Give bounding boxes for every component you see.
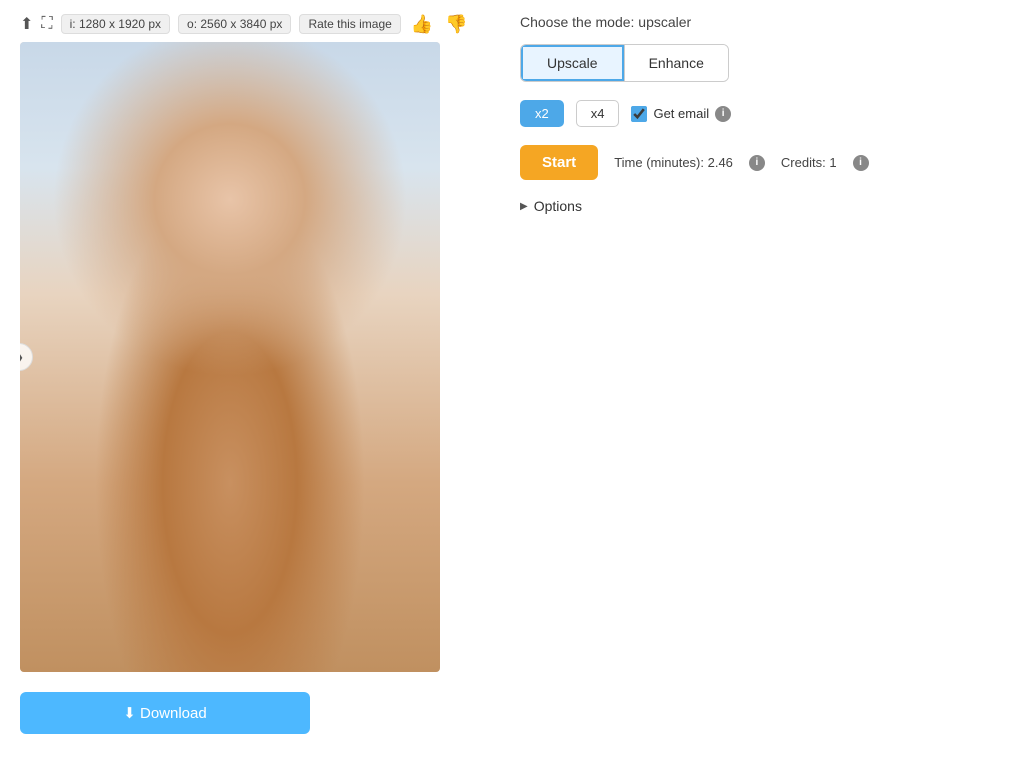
enhance-mode-button[interactable]: Enhance — [624, 45, 728, 81]
right-panel: Choose the mode: upscaler Upscale Enhanc… — [520, 10, 1004, 751]
options-arrow-icon: ▶ — [520, 201, 528, 212]
email-label: Get email — [653, 106, 709, 121]
left-panel: ⬆ ⛶ i: 1280 x 1920 px o: 2560 x 3840 px … — [20, 10, 490, 751]
rate-image-button[interactable]: Rate this image — [299, 14, 400, 34]
time-info-icon[interactable]: i — [749, 155, 765, 171]
time-credits-info: Time (minutes): 2.46 i Credits: 1 i — [614, 155, 868, 171]
credits-info-icon[interactable]: i — [853, 155, 869, 171]
scale-x2-button[interactable]: x2 — [520, 100, 564, 127]
thumbs-up-button[interactable]: 👍 — [409, 14, 435, 35]
get-email-checkbox[interactable] — [631, 106, 647, 122]
credits-label: Credits: 1 — [781, 155, 837, 170]
scale-x4-button[interactable]: x4 — [576, 100, 620, 127]
fullscreen-icon[interactable]: ⛶ — [41, 15, 52, 33]
thumbs-down-button[interactable]: 👎 — [443, 14, 469, 35]
mode-button-group: Upscale Enhance — [520, 44, 729, 82]
image-container: ❯ — [20, 42, 440, 672]
options-label: Options — [534, 198, 582, 214]
download-button[interactable]: ⬇ Download — [20, 692, 310, 734]
start-row: Start Time (minutes): 2.46 i Credits: 1 … — [520, 145, 1004, 180]
time-label: Time (minutes): 2.46 — [614, 155, 733, 170]
output-size-badge: o: 2560 x 3840 px — [178, 14, 291, 34]
email-info-icon[interactable]: i — [715, 106, 731, 122]
image-preview — [20, 42, 440, 672]
email-row: Get email i — [631, 106, 731, 122]
mode-label: Choose the mode: upscaler — [520, 14, 1004, 30]
image-toolbar: ⬆ ⛶ i: 1280 x 1920 px o: 2560 x 3840 px … — [20, 10, 490, 42]
scale-row: x2 x4 Get email i — [520, 100, 1004, 127]
start-button[interactable]: Start — [520, 145, 598, 180]
input-size-badge: i: 1280 x 1920 px — [61, 14, 170, 34]
upload-icon[interactable]: ⬆ — [20, 14, 33, 34]
options-row[interactable]: ▶ Options — [520, 198, 1004, 214]
upscale-mode-button[interactable]: Upscale — [521, 45, 624, 81]
download-area: ⬇ Download — [20, 692, 490, 734]
